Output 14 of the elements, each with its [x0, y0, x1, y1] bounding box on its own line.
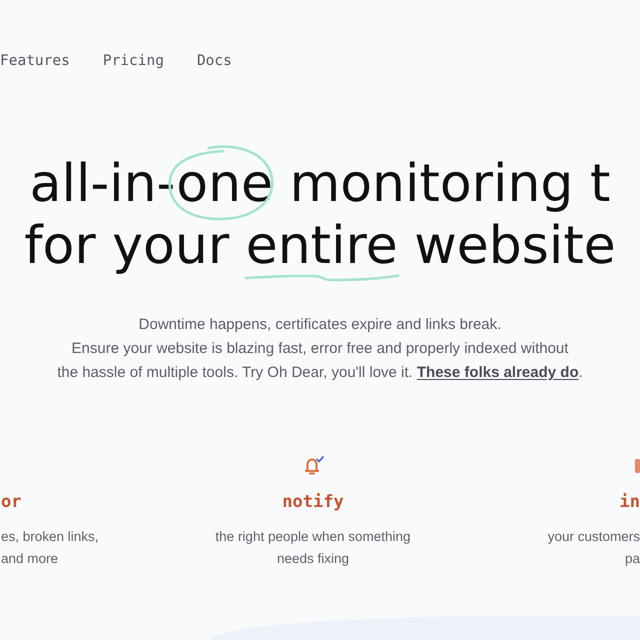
- tile-icon: [635, 459, 640, 473]
- folks-link[interactable]: These folks already do: [416, 364, 579, 381]
- feature-description: your customers pa: [548, 528, 640, 568]
- nav-link[interactable]: Docs: [196, 51, 232, 71]
- headline: all-in-one monitoring t for your entire website: [0, 141, 640, 283]
- intro-paragraph: Downtime happens, certificates expire and links break. Ensure your website is blazing fast, error free and properly indexed without the hassle of multiple tools. Try Oh Dear, you'll love it. These folks already do.: [57, 315, 583, 383]
- nav-link[interactable]: Pricing: [102, 51, 164, 71]
- feature-description: the right people when something needs fixing: [215, 528, 411, 568]
- feature-title: in: [620, 491, 640, 513]
- feature-title: notify: [282, 491, 344, 513]
- feature-description: es, broken links, and more: [1, 528, 99, 568]
- bell-with-check-icon: [302, 456, 324, 476]
- nav-link[interactable]: Features: [0, 51, 70, 71]
- feature-title: or: [1, 491, 22, 513]
